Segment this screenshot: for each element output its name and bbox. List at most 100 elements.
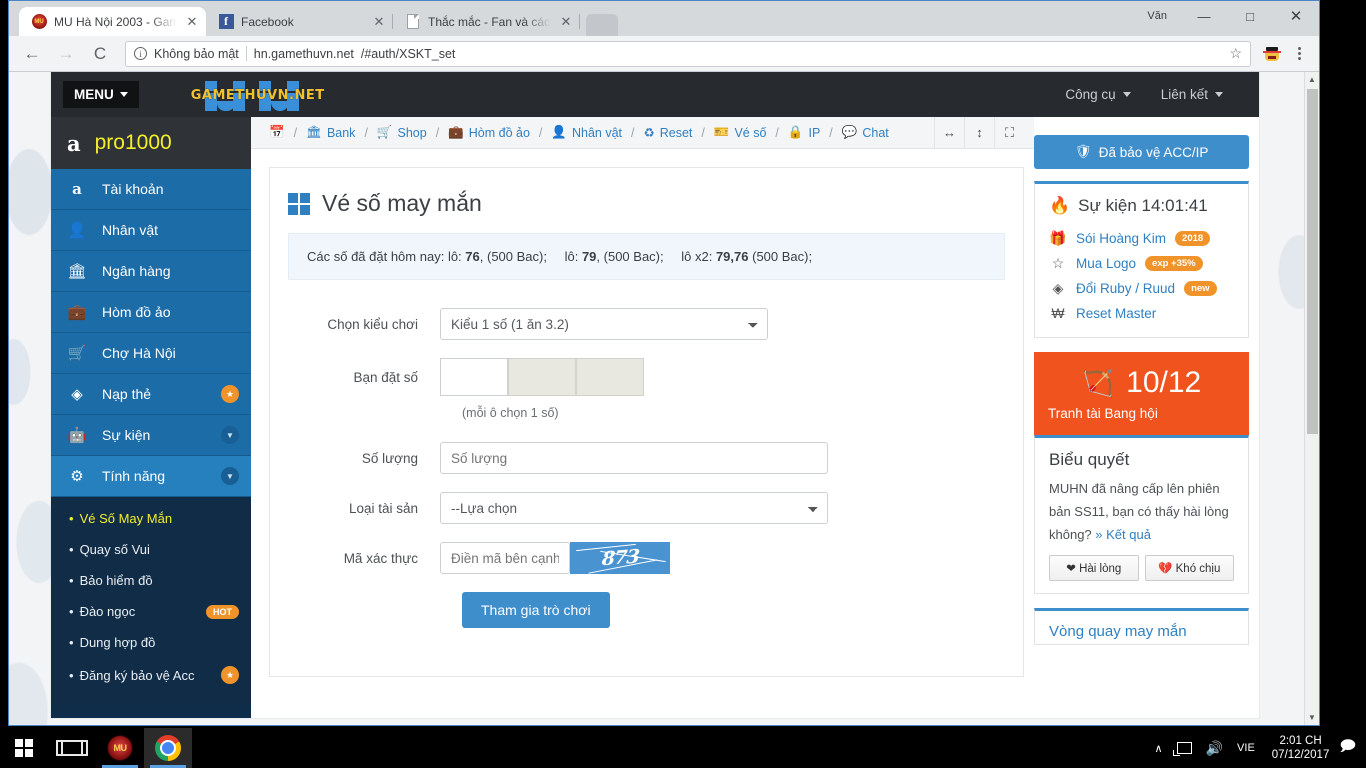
scroll-down-icon[interactable]: ▼ <box>1305 710 1319 725</box>
quantity-input[interactable] <box>440 442 828 474</box>
taskbar-app-chrome[interactable] <box>144 728 192 768</box>
breadcrumb-item-ve-so[interactable]: 🎫 Vé số <box>714 125 767 140</box>
breadcrumb-separator: / <box>538 125 543 140</box>
lock-icon: 🔒 <box>787 125 804 139</box>
tab-close-icon[interactable]: ✕ <box>184 14 200 30</box>
chrome-icon <box>155 735 181 761</box>
fullscreen-icon[interactable]: ⛶ <box>994 116 1024 149</box>
close-button[interactable]: ✕ <box>1273 1 1319 31</box>
resize-horizontal-icon[interactable]: ↔ <box>934 116 964 149</box>
poll-result-link[interactable]: » Kết quả <box>1095 527 1151 542</box>
submenu-item-dao-ngoc[interactable]: • Đào ngọc HOT <box>51 596 251 627</box>
sidebar-item-nhan-vat[interactable]: 👤 Nhân vật <box>51 210 251 251</box>
event-item-soi-hoang-kim[interactable]: 🎁 Sói Hoàng Kim 2018 <box>1049 226 1234 251</box>
site-logo[interactable]: GAMETHUVN.NET <box>191 79 324 111</box>
breadcrumb-item-calendar[interactable]: 📅 <box>269 125 285 140</box>
play-type-select[interactable]: Kiểu 1 số (1 ăn 3.2) <box>440 308 768 340</box>
site-header: MENU GAMETHUVN.NET Công cụ Liên kết <box>51 72 1259 117</box>
breadcrumb-item-hom-do-ao[interactable]: 💼 Hòm đồ ảo <box>448 125 530 140</box>
submenu-item-dang-ky-bao-ve-acc[interactable]: • Đăng ký bảo vệ Acc ★ <box>51 658 251 692</box>
tab-close-icon[interactable]: ✕ <box>371 14 387 30</box>
chevron-down-icon: ▼ <box>221 426 239 444</box>
asset-type-select[interactable]: --Lựa chọn <box>440 492 828 524</box>
user-icon: 👤 <box>67 222 87 239</box>
poll-vote-unhappy-button[interactable]: 💔 Khó chịu <box>1144 555 1234 582</box>
task-view-button[interactable] <box>48 728 96 768</box>
new-tab-button[interactable] <box>586 14 618 36</box>
sidebar-item-su-kien[interactable]: 🤖 Sự kiện ▼ <box>51 415 251 456</box>
profile-avatar-icon[interactable] <box>1261 43 1283 65</box>
menu-button[interactable]: MENU <box>63 81 139 108</box>
poll-vote-happy-button[interactable]: ❤ Hài lòng <box>1049 555 1139 582</box>
clock[interactable]: 2:01 CH 07/12/2017 <box>1262 734 1340 763</box>
heart-icon: ❤ <box>1066 563 1076 576</box>
sidebar-item-hom-do-ao[interactable]: 💼 Hòm đồ ảo <box>51 292 251 333</box>
username-label: pro1000 <box>94 131 172 154</box>
browser-tab-2[interactable]: Thắc mắc - Fan và các m ✕ <box>393 7 580 36</box>
event-item-reset-master[interactable]: ₩ Reset Master <box>1049 301 1234 325</box>
tray-expand-icon[interactable]: ∧ <box>1148 728 1170 768</box>
submit-button[interactable]: Tham gia trò chơi <box>462 592 610 628</box>
nav-item-lien-ket[interactable]: Liên kết <box>1161 87 1223 102</box>
event-item-mua-logo[interactable]: ☆ Mua Logo exp +35% <box>1049 251 1234 276</box>
reload-icon[interactable]: C <box>85 39 115 69</box>
start-button[interactable] <box>0 728 48 768</box>
back-icon[interactable]: ← <box>17 39 47 69</box>
bullet-icon: • <box>69 667 74 683</box>
captcha-input[interactable] <box>440 542 570 574</box>
chrome-menu-icon[interactable] <box>1287 47 1311 60</box>
submenu-item-dung-hop-do[interactable]: • Dung hợp đồ <box>51 627 251 658</box>
wheel-card[interactable]: Vòng quay may mắn <box>1034 608 1249 646</box>
submenu-item-quay-so-vui[interactable]: • Quay số Vui <box>51 534 251 565</box>
info-icon[interactable]: i <box>134 47 147 60</box>
maximize-button[interactable]: □ <box>1227 1 1273 31</box>
breadcrumb-item-nhan-vat[interactable]: 👤 Nhân vật <box>551 125 622 140</box>
bookmark-star-icon[interactable]: ☆ <box>1229 45 1242 62</box>
browser-tab-1[interactable]: f Facebook ✕ <box>206 7 393 36</box>
scroll-up-icon[interactable]: ▲ <box>1305 72 1319 87</box>
events-title: 🔥 Sự kiện 14:01:41 <box>1049 196 1234 216</box>
breadcrumb-separator: / <box>631 125 635 140</box>
submenu-item-bao-hiem-do[interactable]: • Bảo hiểm đồ <box>51 565 251 596</box>
resize-vertical-icon[interactable]: ↕ <box>964 116 994 149</box>
sidebar-user[interactable]: a pro1000 <box>51 117 251 169</box>
breadcrumb-item-bank[interactable]: 🏛 Bank <box>306 125 355 140</box>
event-item-doi-ruby-ruud[interactable]: ◈ Đổi Ruby / Ruud new <box>1049 276 1234 301</box>
sidebar-item-cho-ha-noi[interactable]: 🛒 Chợ Hà Nội <box>51 333 251 374</box>
archer-icon: 🏹 <box>1081 367 1115 398</box>
notice-entry-1-number: 79 <box>581 249 597 264</box>
submenu-item-ve-so-may-man[interactable]: • Vé Số May Mắn <box>51 503 251 534</box>
breadcrumb-item-reset[interactable]: ♻ Reset <box>644 125 693 141</box>
browser-tab-0[interactable]: MU MU Hà Nội 2003 - Game ✕ <box>19 7 206 36</box>
protect-acc-button[interactable]: 🛡 Đã bảo vệ ACC/IP <box>1034 135 1249 169</box>
sidebar-item-tai-khoan[interactable]: a Tài khoản <box>51 169 251 210</box>
volume-icon[interactable]: 🔊 <box>1199 728 1230 768</box>
language-indicator[interactable]: VIE <box>1230 728 1262 768</box>
notification-center-icon[interactable]: 🗩 <box>1339 736 1366 761</box>
forward-icon[interactable]: → <box>51 39 81 69</box>
breadcrumb-item-shop[interactable]: 🛒 Shop <box>377 125 427 140</box>
breadcrumb-item-ip[interactable]: 🔒 IP <box>788 125 820 140</box>
captcha-image[interactable]: 873 <box>570 542 670 574</box>
minimize-button[interactable]: — <box>1181 1 1227 31</box>
breadcrumb-item-chat[interactable]: 💬 Chat <box>842 125 889 140</box>
sidebar-item-tinh-nang[interactable]: ⚙ Tính năng ▼ <box>51 456 251 497</box>
wheel-title: Vòng quay may mắn <box>1049 623 1187 641</box>
page-scrollbar[interactable]: ▲ ▼ <box>1304 72 1319 725</box>
tab-close-icon[interactable]: ✕ <box>558 14 574 30</box>
nav-item-cong-cu[interactable]: Công cụ <box>1065 87 1131 102</box>
bet-number-input-1[interactable] <box>440 358 508 396</box>
scrollbar-thumb[interactable] <box>1307 89 1318 434</box>
address-bar[interactable]: i Không bảo mật hn.gamethuvn.net /#auth/X… <box>125 40 1251 67</box>
page-title: Vé số may mắn <box>288 186 1005 233</box>
security-label: Không bảo mật <box>154 46 239 61</box>
sidebar-item-ngan-hang[interactable]: 🏛 Ngân hàng <box>51 251 251 292</box>
breadcrumb-label: Bank <box>326 125 356 140</box>
network-icon[interactable] <box>1170 728 1199 768</box>
briefcase-icon: 💼 <box>67 304 87 321</box>
sidebar-item-nap-the[interactable]: ◈ Nạp thẻ ★ <box>51 374 251 415</box>
tab-title: MU Hà Nội 2003 - Game <box>54 14 177 29</box>
bang-hoi-banner[interactable]: 🏹 10/12 Tranh tài Bang hội <box>1034 352 1249 435</box>
bank-icon: 🏛 <box>306 125 322 139</box>
taskbar-app-mu[interactable]: MU <box>96 728 144 768</box>
